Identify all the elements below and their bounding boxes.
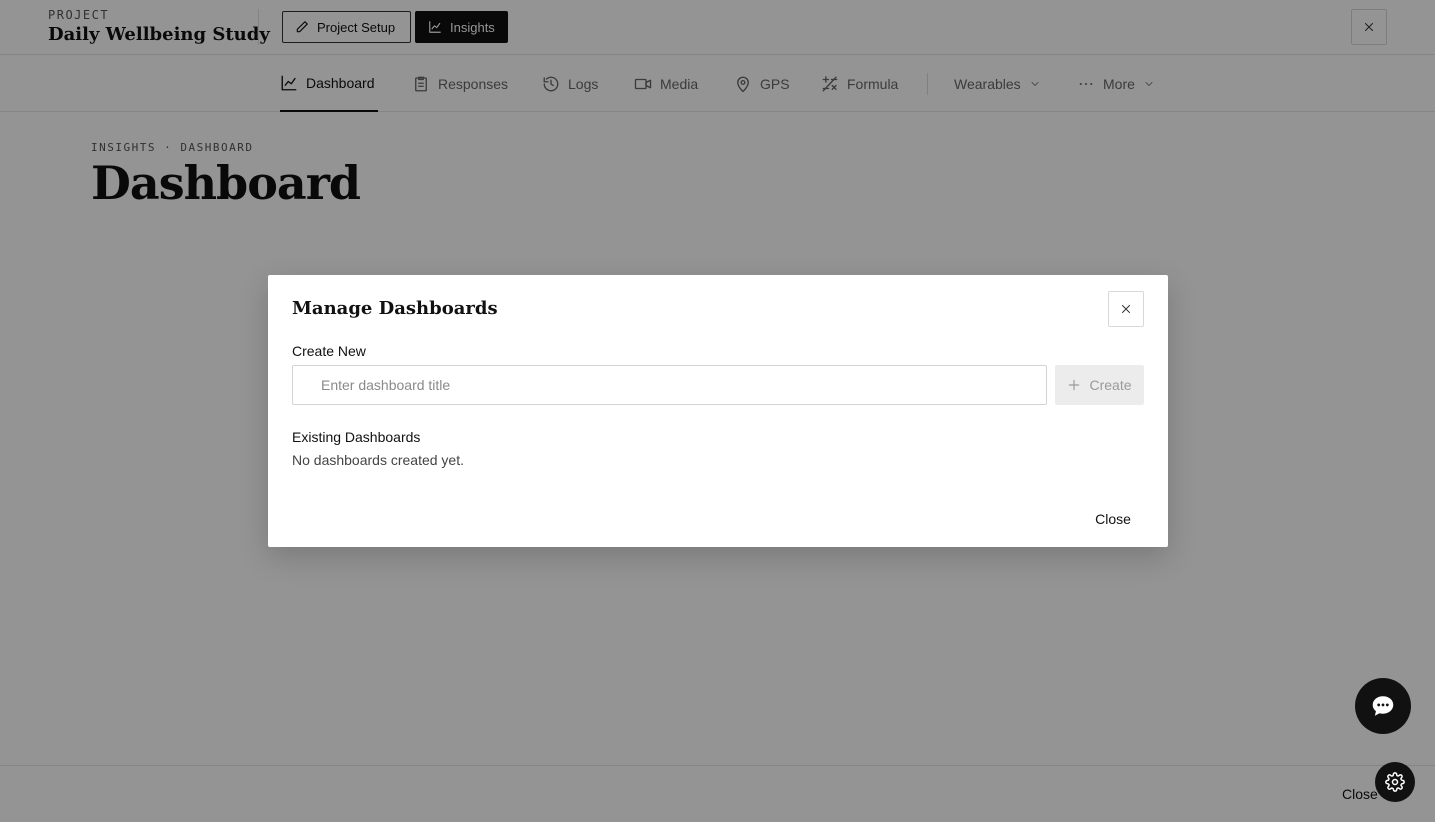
close-icon <box>1120 303 1132 315</box>
create-new-label: Create New <box>292 343 366 359</box>
plus-icon <box>1067 378 1081 392</box>
chat-bubble-icon <box>1370 693 1396 719</box>
manage-dashboards-modal: Manage Dashboards Create New Create Exis… <box>268 275 1168 547</box>
gear-icon <box>1385 772 1405 792</box>
existing-dashboards-label: Existing Dashboards <box>292 429 421 445</box>
create-button-label: Create <box>1089 377 1132 393</box>
settings-button[interactable] <box>1375 762 1415 802</box>
dashboard-title-input[interactable] <box>292 365 1047 405</box>
empty-state-text: No dashboards created yet. <box>292 452 464 468</box>
create-button[interactable]: Create <box>1055 365 1144 405</box>
app-root: PROJECT Daily Wellbeing Study Project Se… <box>0 0 1435 822</box>
modal-close-icon-button[interactable] <box>1108 291 1144 327</box>
modal-title: Manage Dashboards <box>292 298 498 319</box>
modal-close-button[interactable]: Close <box>1088 509 1138 529</box>
chat-button[interactable] <box>1355 678 1411 734</box>
